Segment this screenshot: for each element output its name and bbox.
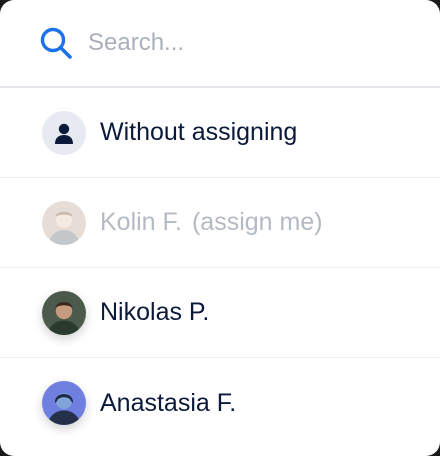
assignee-name: Kolin F. [100,208,182,236]
assign-me-label: (assign me) [191,208,323,236]
assignee-name: Without assigning [100,118,298,146]
assignee-name: Anastasia F. [100,388,237,417]
assignee-option-kolin[interactable]: Kolin F. (assign me) [0,178,440,268]
avatar [42,200,86,245]
assignee-option-nikolas[interactable]: Nikolas P. [0,268,440,358]
assignee-option-unassigned[interactable]: Without assigning [0,88,440,178]
search-bar [0,0,440,88]
assignee-list: Without assigning Kolin F. (assign me) N… [0,88,440,448]
assignee-option-anastasia[interactable]: Anastasia F. [0,358,440,448]
person-placeholder-icon [42,110,86,155]
avatar [42,381,86,425]
search-input[interactable] [88,29,388,57]
avatar [42,290,86,335]
assignee-name: Nikolas P. [100,298,210,326]
search-icon [38,25,74,61]
assignee-dropdown: Without assigning Kolin F. (assign me) [0,0,440,456]
